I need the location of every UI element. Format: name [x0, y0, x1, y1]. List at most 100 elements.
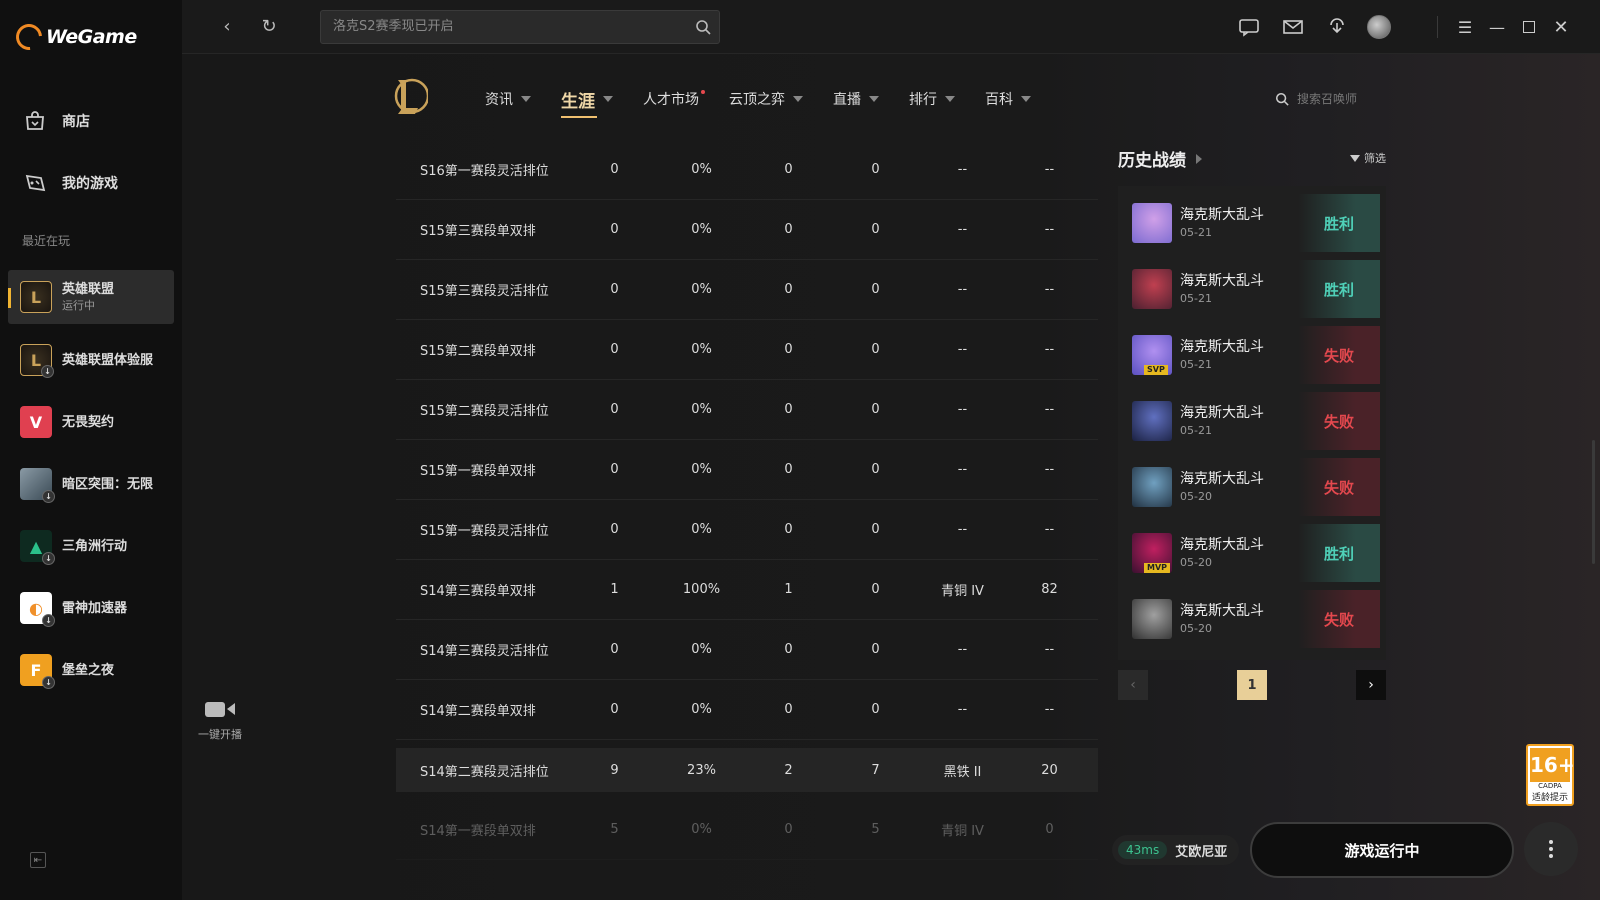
table-row[interactable]: S15第三赛段单双排 0 0% 0 0 -- --	[396, 200, 1098, 260]
tab-ranking[interactable]: 排行	[909, 89, 955, 109]
season-name: S14第二赛段灵活排位	[420, 764, 549, 780]
games-played: 0	[610, 402, 619, 417]
table-row[interactable]: S15第二赛段灵活排位 0 0% 0 0 -- --	[396, 380, 1098, 440]
game-item-fortnite[interactable]: F ↓ 堡垒之夜	[8, 643, 174, 697]
wins: 0	[784, 342, 793, 357]
wins: 0	[784, 162, 793, 177]
game-item-lol[interactable]: L 英雄联盟 运行中	[8, 270, 174, 324]
history-title[interactable]: 历史战绩	[1118, 146, 1202, 171]
game-item-lol-pbe[interactable]: L ↓ 英雄联盟体验服	[8, 333, 174, 387]
rank: --	[957, 522, 968, 537]
champion-avatar	[1132, 467, 1172, 507]
my-games-icon	[22, 170, 48, 196]
tab-live[interactable]: 直播	[833, 89, 879, 109]
tab-tft[interactable]: 云顶之弈	[729, 89, 803, 109]
table-row[interactable]: S15第一赛段灵活排位 0 0% 0 0 -- --	[396, 500, 1098, 560]
chat-icon	[1239, 19, 1259, 37]
game-name: 雷神加速器	[62, 600, 128, 616]
chevron-down-icon	[521, 96, 531, 102]
summoner-search[interactable]: 搜索召唤师	[1275, 90, 1357, 107]
back-button[interactable]: ‹	[214, 14, 240, 40]
losses: 0	[871, 162, 880, 177]
scrollbar[interactable]	[1592, 440, 1595, 564]
app-name: WeGame	[46, 26, 137, 48]
game-item-thor-accelerator[interactable]: ◐ ↓ 雷神加速器	[8, 581, 174, 635]
rank: 青铜 IV	[941, 824, 984, 839]
win-rate: 0%	[691, 702, 712, 717]
match-item[interactable]: 海克斯大乱斗 05-20 失败	[1124, 590, 1380, 648]
match-result: 失败	[1298, 458, 1380, 516]
table-row[interactable]: S14第二赛段灵活排位 9 23% 2 7 黑铁 II 20	[396, 748, 1098, 792]
games-played: 0	[610, 342, 619, 357]
filter-icon	[1350, 154, 1360, 162]
mail-button[interactable]	[1280, 14, 1306, 40]
downloads-button[interactable]	[1324, 14, 1350, 40]
wins: 0	[784, 462, 793, 477]
search-input[interactable]: 洛克S2赛季现已开启	[320, 10, 720, 44]
match-item[interactable]: 海克斯大乱斗 05-21 失败	[1124, 392, 1380, 450]
win-rate: 100%	[682, 582, 721, 597]
match-item[interactable]: SVP 海克斯大乱斗 05-21 失败	[1124, 326, 1380, 384]
table-row[interactable]: S14第三赛段灵活排位 0 0% 0 0 -- --	[396, 620, 1098, 680]
server-selector[interactable]: 43ms 艾欧尼亚	[1112, 835, 1240, 865]
table-row[interactable]: S14第三赛段单双排 1 100% 1 0 青铜 IV 82	[396, 560, 1098, 620]
tab-talent-market[interactable]: 人才市场	[643, 89, 705, 109]
page-number-button[interactable]: 1	[1237, 670, 1267, 700]
table-row[interactable]: S14第一赛段单双排 5 0% 0 5 青铜 IV 0	[396, 800, 1098, 860]
match-item[interactable]: MVP 海克斯大乱斗 05-20 胜利	[1124, 524, 1380, 582]
losses: 0	[871, 402, 880, 417]
prev-page-button[interactable]: ‹	[1118, 670, 1148, 700]
tab-news[interactable]: 资讯	[485, 89, 531, 109]
win-rate: 0%	[691, 342, 712, 357]
download-icon: ↓	[42, 676, 55, 689]
active-indicator	[8, 288, 11, 308]
lol-logo[interactable]	[390, 74, 428, 118]
game-item-delta-force[interactable]: ▲ ↓ 三角洲行动	[8, 519, 174, 573]
more-dot	[1549, 854, 1553, 858]
match-item[interactable]: 海克斯大乱斗 05-21 胜利	[1124, 194, 1380, 252]
collapse-sidebar-button[interactable]: ⇤	[30, 852, 46, 868]
tab-label: 百科	[985, 92, 1013, 108]
minimize-button[interactable]: —	[1484, 14, 1510, 40]
more-options-button[interactable]	[1524, 822, 1578, 876]
topbar-divider	[1437, 16, 1438, 38]
tab-career[interactable]: 生涯	[561, 87, 613, 118]
games-played: 0	[610, 282, 619, 297]
game-running-button[interactable]: 游戏运行中	[1250, 822, 1514, 878]
maximize-button[interactable]	[1516, 14, 1542, 40]
table-row[interactable]: S15第二赛段单双排 0 0% 0 0 -- --	[396, 320, 1098, 380]
tab-wiki[interactable]: 百科	[985, 89, 1031, 109]
table-row[interactable]: S14第二赛段单双排 0 0% 0 0 -- --	[396, 680, 1098, 740]
filter-button[interactable]: 筛选	[1350, 150, 1386, 166]
nav-store-label: 商店	[62, 114, 90, 130]
win-rate: 0%	[691, 402, 712, 417]
user-avatar-button[interactable]	[1366, 14, 1392, 40]
season-name: S15第一赛段单双排	[420, 464, 536, 479]
refresh-button[interactable]: ↻	[256, 14, 282, 40]
match-result: 胜利	[1298, 260, 1380, 318]
avatar	[1367, 15, 1391, 39]
sidebar: WeGame 商店 我的游戏 最近在玩 L 英雄联盟 运行中 L ↓ 英雄联盟体验	[0, 0, 182, 900]
match-item[interactable]: 海克斯大乱斗 05-20 失败	[1124, 458, 1380, 516]
wegame-logo[interactable]: WeGame	[10, 18, 137, 56]
game-item-arena-breakout[interactable]: ↓ 暗区突围：无限	[8, 457, 174, 511]
next-page-button[interactable]: ›	[1356, 670, 1386, 700]
nav-my-games[interactable]: 我的游戏	[22, 170, 118, 196]
chat-button[interactable]	[1236, 14, 1262, 40]
table-row[interactable]: S15第三赛段灵活排位 0 0% 0 0 -- --	[396, 260, 1098, 320]
rank: --	[957, 282, 968, 297]
one-click-broadcast-button[interactable]: 一键开播	[190, 700, 250, 742]
match-date: 05-21	[1180, 226, 1212, 239]
match-item[interactable]: 海克斯大乱斗 05-21 胜利	[1124, 260, 1380, 318]
filter-label: 筛选	[1364, 152, 1386, 165]
close-button[interactable]: ✕	[1548, 14, 1574, 40]
rank: 黑铁 II	[943, 764, 982, 780]
win-rate: 0%	[691, 522, 712, 537]
table-row[interactable]: S16第一赛段灵活排位 0 0% 0 0 -- --	[396, 140, 1098, 200]
menu-button[interactable]: ☰	[1452, 14, 1478, 40]
nav-store[interactable]: 商店	[22, 108, 90, 134]
table-row[interactable]: S15第一赛段单双排 0 0% 0 0 -- --	[396, 440, 1098, 500]
match-mode: 海克斯大乱斗	[1180, 603, 1264, 619]
season-name: S15第二赛段单双排	[420, 344, 536, 359]
game-item-valorant[interactable]: V 无畏契约	[8, 395, 174, 449]
